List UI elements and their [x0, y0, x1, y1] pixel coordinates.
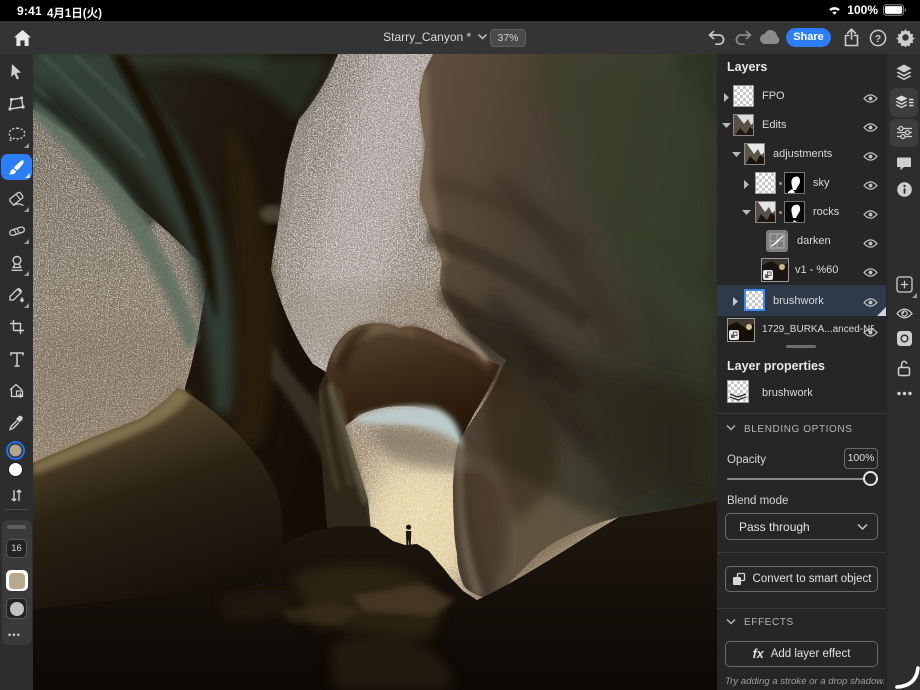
svg-text:?: ? [875, 33, 881, 45]
